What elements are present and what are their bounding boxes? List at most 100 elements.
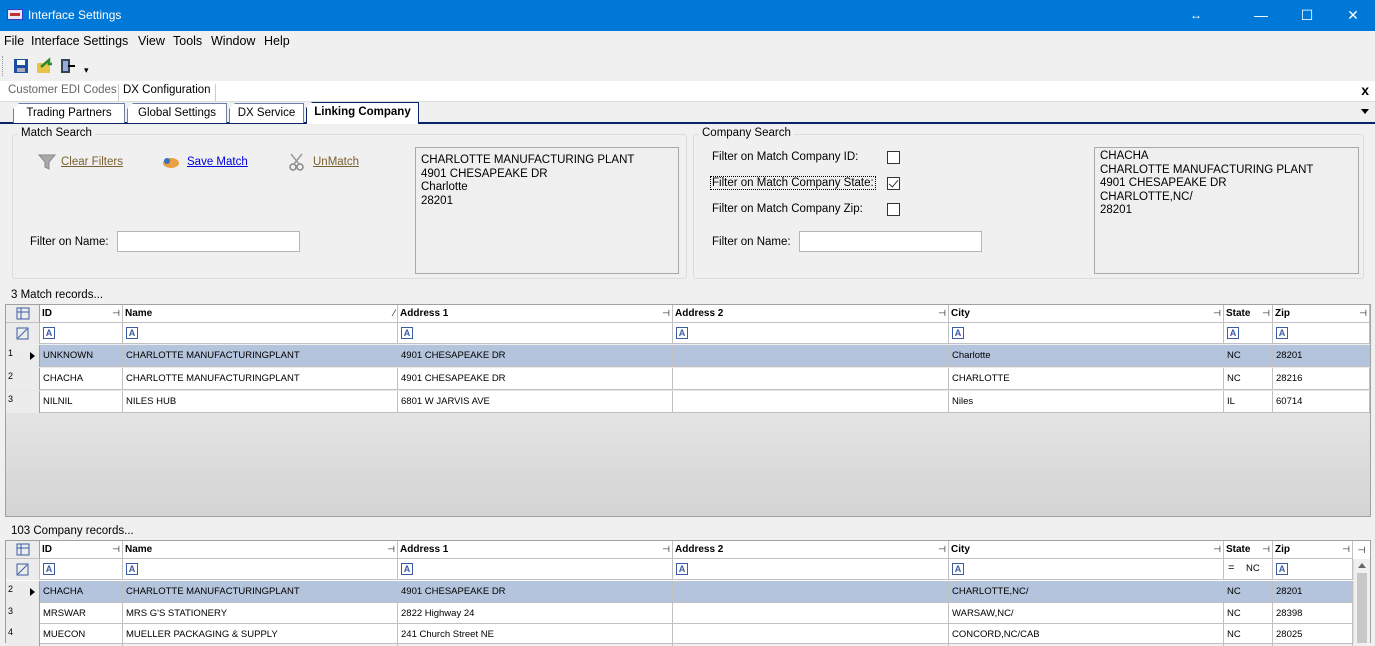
row-header[interactable]: 2 [6, 368, 40, 390]
filter-operator-icon[interactable]: A [952, 327, 964, 339]
tab-dx-configuration[interactable]: DX Configuration [118, 84, 216, 101]
filter-operator-icon[interactable]: A [676, 327, 688, 339]
tab-global-settings[interactable]: Global Settings [127, 103, 227, 123]
cell-address2[interactable] [673, 368, 949, 390]
column-header-name[interactable]: Name ⁄ [123, 305, 398, 323]
maximize-button[interactable]: ☐ [1284, 0, 1330, 31]
filter-operator-icon[interactable]: A [1276, 327, 1288, 339]
cell-name[interactable]: CHARLOTTE MANUFACTURINGPLANT [123, 581, 398, 603]
menu-interface-settings[interactable]: Interface Settings [31, 34, 128, 48]
cell-state[interactable]: IL [1224, 391, 1273, 413]
column-chooser-icon[interactable] [6, 305, 40, 323]
filter-cell-city[interactable]: A [949, 559, 1224, 580]
filter-operator-icon[interactable]: A [676, 563, 688, 575]
exit-icon[interactable] [58, 57, 76, 75]
export-icon[interactable] [35, 57, 53, 75]
filter-cell-address1[interactable]: A [398, 323, 673, 344]
vertical-scrollbar[interactable] [1353, 559, 1370, 644]
filter-operator-icon[interactable]: A [1276, 563, 1288, 575]
table-row[interactable]: 2 CHACHA CHARLOTTE MANUFACTURINGPLANT 49… [6, 581, 1353, 603]
row-header[interactable]: 3 [6, 603, 40, 625]
cell-address1[interactable]: 4901 CHESAPEAKE DR [398, 345, 673, 367]
cell-city[interactable]: CHARLOTTE,NC/ [949, 581, 1224, 603]
filter-cell-address2[interactable]: A [673, 559, 949, 580]
cell-id[interactable]: CHACHA [40, 368, 123, 390]
row-header[interactable]: 3 [6, 391, 40, 413]
table-row[interactable]: 3 NILNIL NILES HUB 6801 W JARVIS AVE Nil… [6, 391, 1370, 413]
cell-address2[interactable] [673, 391, 949, 413]
row-header[interactable]: 2 [6, 581, 40, 603]
pin-icon[interactable]: ⊣ [112, 308, 120, 319]
match-filter-name-input[interactable] [117, 231, 300, 252]
pin-icon[interactable]: ⊣ [1262, 544, 1270, 555]
pin-icon[interactable]: ⊣ [1353, 541, 1370, 559]
cell-address1[interactable]: 4901 CHESAPEAKE DR [398, 368, 673, 390]
pin-icon[interactable]: ⊣ [662, 308, 670, 319]
column-header-name[interactable]: Name ⊣ [123, 541, 398, 559]
filter-id-checkbox[interactable] [887, 151, 900, 164]
column-header-address1[interactable]: Address 1 ⊣ [398, 541, 673, 559]
scroll-thumb[interactable] [1357, 573, 1367, 643]
cell-city[interactable]: CHARLOTTE [949, 368, 1224, 390]
filter-zip-checkbox[interactable] [887, 203, 900, 216]
cell-id[interactable]: UNKNOWN [40, 345, 123, 367]
menu-view[interactable]: View [138, 34, 165, 48]
state-filter-value[interactable]: NC [1246, 563, 1260, 574]
close-button[interactable]: ✕ [1330, 0, 1375, 31]
pin-icon[interactable]: ⊣ [1213, 544, 1221, 555]
clear-filters-link[interactable]: Clear Filters [61, 156, 123, 168]
pin-icon[interactable]: ⊣ [1262, 308, 1270, 319]
cell-address1[interactable]: 2822 Highway 24 [398, 603, 673, 625]
filter-operator-icon[interactable]: A [43, 563, 55, 575]
row-header[interactable]: 1 [6, 345, 40, 367]
column-header-address2[interactable]: Address 2 ⊣ [673, 305, 949, 323]
cell-city[interactable]: WARSAW,NC/ [949, 603, 1224, 625]
column-header-city[interactable]: City ⊣ [949, 305, 1224, 323]
column-header-state[interactable]: State ⊣ [1224, 305, 1273, 323]
pin-icon[interactable]: ⊣ [1342, 544, 1350, 555]
pin-icon[interactable]: ⊣ [938, 308, 946, 319]
tab-trading-partners[interactable]: Trading Partners [13, 103, 125, 123]
menu-help[interactable]: Help [264, 34, 290, 48]
filter-cell-city[interactable]: A [949, 323, 1224, 344]
pin-icon[interactable]: ⊣ [662, 544, 670, 555]
cell-zip[interactable]: 28201 [1273, 345, 1370, 367]
filter-cell-zip[interactable]: A [1273, 323, 1370, 344]
cell-address1[interactable]: 4901 CHESAPEAKE DR [398, 581, 673, 603]
column-header-zip[interactable]: Zip ⊣ [1273, 305, 1370, 323]
cell-name[interactable]: MRS G'S STATIONERY [123, 603, 398, 625]
scissors-icon[interactable] [287, 152, 307, 172]
cell-zip[interactable]: 28398 [1273, 603, 1353, 625]
cell-address2[interactable] [673, 581, 949, 603]
pin-icon[interactable]: ⊣ [938, 544, 946, 555]
column-header-city[interactable]: City ⊣ [949, 541, 1224, 559]
column-header-id[interactable]: ID ⊣ [40, 541, 123, 559]
filter-operator-icon[interactable]: A [126, 563, 138, 575]
filter-cell-name[interactable]: A [123, 559, 398, 580]
column-header-state[interactable]: State ⊣ [1224, 541, 1273, 559]
column-header-zip[interactable]: Zip ⊣ [1273, 541, 1353, 559]
table-row[interactable]: 3 MRSWAR MRS G'S STATIONERY 2822 Highway… [6, 603, 1353, 625]
cell-address2[interactable] [673, 345, 949, 367]
cell-city[interactable]: Charlotte [949, 345, 1224, 367]
filter-cell-state[interactable]: = NC [1224, 559, 1273, 580]
resize-icon[interactable]: ↔ [1173, 0, 1219, 31]
filter-operator-icon[interactable]: A [43, 327, 55, 339]
tab-dx-service[interactable]: DX Service [229, 103, 304, 123]
tab-customer-edi-codes[interactable]: Customer EDI Codes [8, 84, 117, 96]
filter-operator-icon[interactable]: A [126, 327, 138, 339]
cell-city[interactable]: Niles [949, 391, 1224, 413]
company-filter-name-input[interactable] [799, 231, 982, 252]
filter-cell-id[interactable]: A [40, 559, 123, 580]
scroll-up-icon[interactable] [1358, 563, 1366, 568]
filter-cell-address1[interactable]: A [398, 559, 673, 580]
close-tab-icon[interactable]: x [1361, 82, 1369, 98]
overflow-icon[interactable]: ▾ [84, 65, 89, 76]
funnel-icon[interactable] [37, 152, 57, 172]
tab-linking-company[interactable]: Linking Company [306, 102, 419, 124]
pin-icon[interactable]: ⊣ [1359, 308, 1367, 319]
filter-operator-icon[interactable]: A [401, 327, 413, 339]
filter-cell-name[interactable]: A [123, 323, 398, 344]
cell-zip[interactable]: 28216 [1273, 368, 1370, 390]
save-match-link[interactable]: Save Match [187, 156, 248, 168]
